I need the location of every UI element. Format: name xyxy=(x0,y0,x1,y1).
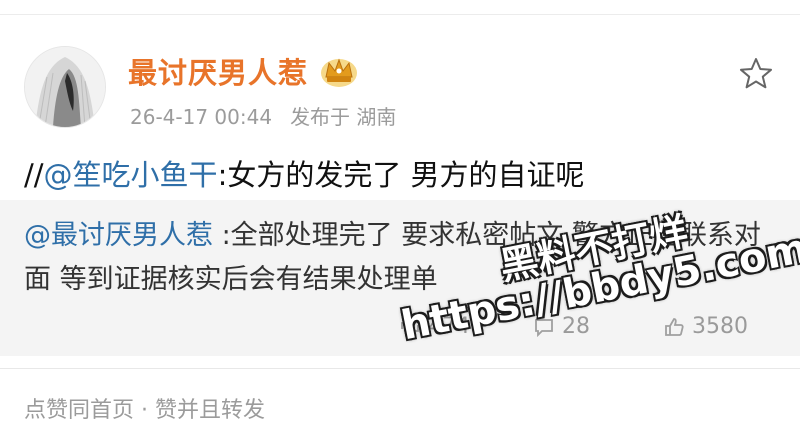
repost-mention-link[interactable]: @最讨厌男人惹 xyxy=(24,220,213,251)
top-divider xyxy=(0,14,800,15)
post-timestamp: 26-4-17 00:44 xyxy=(130,105,273,129)
bottom-divider xyxy=(0,368,800,369)
post-text-prefix: // xyxy=(24,158,44,192)
post-mention-link[interactable]: @笙吃小鱼干 xyxy=(44,158,218,192)
post-location: 发布于 湖南 xyxy=(290,105,397,129)
comment-icon xyxy=(535,318,553,337)
repost-count-stat[interactable]: 474 xyxy=(398,314,470,345)
post-meta: 26-4-17 00:44 发布于 湖南 xyxy=(130,101,396,130)
star-icon[interactable] xyxy=(736,54,776,94)
avatar-image xyxy=(25,47,105,127)
repost-text: @最讨厌男人惹 :全部处理完了 要求私密帖文 警方正在联系对面 等到证据核实后会… xyxy=(24,214,764,302)
comment-count: 28 xyxy=(562,314,590,339)
post-text: //@笙吃小鱼干:女方的发完了 男方的自证呢 xyxy=(24,152,585,194)
avatar[interactable] xyxy=(24,46,106,128)
comment-count-stat[interactable]: 28 xyxy=(532,314,590,345)
repost-icon xyxy=(401,318,419,335)
crown-badge-icon xyxy=(321,58,357,87)
like-icon xyxy=(665,317,684,336)
bottom-partial-text: 点赞同首页 · 赞并且转发 xyxy=(24,398,265,423)
like-count-stat[interactable]: 3580 xyxy=(662,314,748,345)
like-count: 3580 xyxy=(692,314,748,339)
post-text-body: :女方的发完了 男方的自证呢 xyxy=(217,158,585,192)
repost-count: 474 xyxy=(428,314,470,339)
repost-box[interactable]: @最讨厌男人惹 :全部处理完了 要求私密帖文 警方正在联系对面 等到证据核实后会… xyxy=(0,200,800,356)
username[interactable]: 最讨厌男人惹 xyxy=(128,50,308,92)
